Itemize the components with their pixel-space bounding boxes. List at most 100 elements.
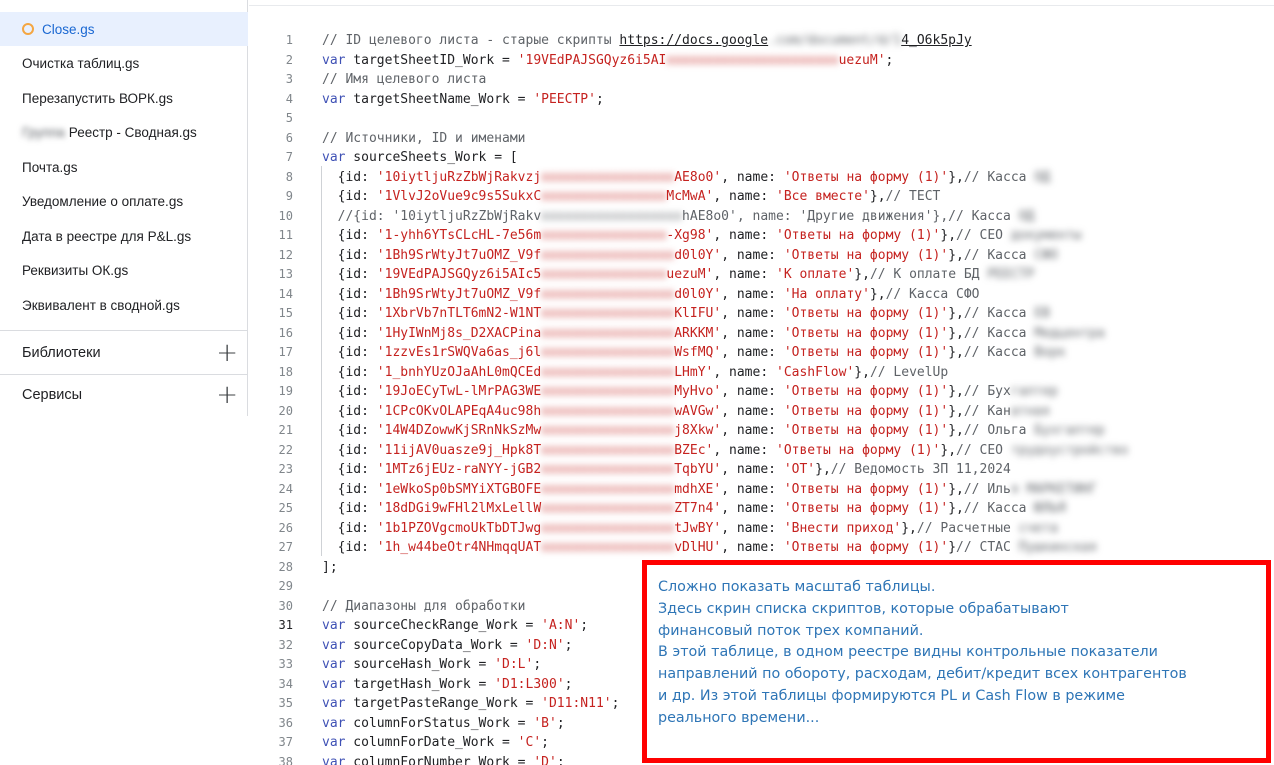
code-token: // Диапазоны для обработки (322, 598, 526, 614)
code-line[interactable]: 7 var sourceSheets_Work = [ (249, 148, 1274, 168)
code-token: var (322, 52, 346, 68)
code-line[interactable]: 20 {id: '1CPcOKvOLAPEqA4uc98hxxxxxxxxxxx… (249, 402, 1274, 422)
line-number: 24 (278, 481, 293, 496)
code-token: , name: (713, 364, 776, 380)
code-line[interactable]: 3 // Имя целевого листа (249, 70, 1274, 90)
code-line[interactable]: 9 {id: '1VlvJ2oVue9c9s5SukxCxxxxxxxxxxxx… (249, 187, 1274, 207)
libraries-section[interactable]: Библиотеки + (0, 332, 248, 374)
file-item-equivalent[interactable]: Эквивалент в сводной.gs (0, 288, 248, 322)
code-token: }, (948, 501, 964, 516)
file-item-mail[interactable]: Почта.gs (0, 150, 248, 184)
code-line[interactable]: 16 {id: '1HyIWnMj8s_D2XACPinaxxxxxxxxxxx… (249, 324, 1274, 344)
code-line[interactable]: 11 {id: '1-yhh6YTsCLcHL-7e56mxxxxxxxxxxx… (249, 226, 1274, 246)
add-library-icon[interactable]: + (216, 340, 238, 366)
file-name: Эквивалент в сводной.gs (22, 297, 180, 313)
code-token: https://docs.google (619, 33, 769, 48)
file-item-restart[interactable]: Перезапустить ВОРК.gs (0, 81, 248, 115)
line-number: 12 (278, 247, 293, 262)
file-name: Close.gs (42, 21, 95, 37)
code-line[interactable]: 27 {id: '1h_w44beOtr4NHmqqUATxxxxxxxxxxx… (249, 538, 1274, 558)
code-token: // СЕО (956, 228, 1011, 243)
annotation-line: Здесь скрин списка скриптов, которые обр… (658, 600, 1069, 617)
code-token: // Касса (963, 325, 1035, 341)
code-line[interactable]: 22 {id: '11ijAV0uasze9j_Hpk8Txxxxxxxxxxx… (249, 441, 1274, 461)
code-line[interactable]: 5 (249, 109, 1274, 129)
code-text: {id: '11ijAV0uasze9j_Hpk8Txxxxxxxxxxxxxx… (322, 441, 1129, 461)
file-name: Почта.gs (22, 159, 78, 175)
file-item-date-pl[interactable]: Дата в реестре для P&L.gs (0, 219, 248, 253)
code-token: , name: (713, 228, 776, 243)
file-item-registry-summary[interactable]: Группа Реестр - Сводная.gs (0, 115, 248, 149)
code-token: 'Ответы на форму (1)' (783, 403, 949, 419)
code-line[interactable]: 19 {id: '19JoECyTwL-lMrPAG3WExxxxxxxxxxx… (249, 382, 1274, 402)
code-token: WsfMQ' (674, 345, 722, 360)
file-item-close[interactable]: Close.gs (0, 12, 248, 46)
code-token: TqbYU' (674, 462, 722, 477)
code-token: // ТЕСТ (885, 189, 941, 204)
code-line[interactable]: 12 {id: '1Bh9SrWtyJt7uOMZ_V9fxxxxxxxxxxx… (249, 246, 1274, 266)
add-service-icon[interactable]: + (216, 382, 238, 408)
code-token: '1MTz6jEUz-raNYY-jGB2 (376, 462, 542, 477)
file-item-payment-notice[interactable]: Уведомление о оплате.gs (0, 184, 248, 218)
code-line[interactable]: 13 {id: '19VEdPAJSGQyz6i5AIc5xxxxxxxxxxx… (249, 265, 1274, 285)
code-line[interactable]: 26 {id: '1b1PZOVgcmoUkTbDTJwgxxxxxxxxxxx… (249, 519, 1274, 539)
code-token: xxxxxxxxxxxxxxxxx (541, 481, 675, 497)
code-token: , name: (713, 267, 776, 282)
code-text: {id: '1Bh9SrWtyJt7uOMZ_V9fxxxxxxxxxxxxxx… (322, 246, 1058, 266)
file-item-requisites[interactable]: Реквизиты ОК.gs (0, 253, 248, 287)
code-text: var targetSheetName_Work = 'РЕЕСТР'; (322, 90, 604, 110)
code-token: ; (580, 618, 589, 633)
file-name: Реестр - Сводная.gs (68, 124, 197, 140)
code-line[interactable]: 4 var targetSheetName_Work = 'РЕЕСТР'; (249, 90, 1274, 110)
code-token: {id: (322, 481, 377, 497)
code-token: AE8o0' (674, 169, 722, 185)
code-token: }, (948, 306, 964, 321)
file-item-cleanup[interactable]: Очистка таблиц.gs (0, 46, 248, 80)
code-text: {id: '18dDGi9wFHl2lMxLellWxxxxxxxxxxxxxx… (322, 499, 1066, 519)
code-token: xxxxxxxxxxxxxxxxx (541, 169, 675, 185)
code-line[interactable]: 1 // ID целевого листа - старые скрипты h… (249, 31, 1274, 51)
code-token: '1b1PZOVgcmoUkTbDTJwg (376, 520, 542, 536)
code-token: ОД (1034, 169, 1050, 185)
code-token: 'На оплату' (783, 286, 870, 302)
code-line[interactable]: 14 {id: '1Bh9SrWtyJt7uOMZ_V9fxxxxxxxxxxx… (249, 285, 1274, 305)
code-line[interactable]: 2 var targetSheetID_Work = '19VEdPAJSGQyz… (249, 51, 1274, 71)
line-number: 13 (278, 267, 293, 281)
code-token: mdhXE' (674, 481, 722, 497)
line-number: 16 (278, 325, 293, 340)
code-token: sourceSheets_Work = [ (345, 150, 518, 165)
code-line[interactable]: 18 {id: '1_bnhYUzOJaAhL0mQCEdxxxxxxxxxxx… (249, 363, 1274, 383)
code-token: , name: (721, 286, 784, 302)
code-line[interactable]: 25 {id: '18dDGi9wFHl2lMxLellWxxxxxxxxxxx… (249, 499, 1274, 519)
code-token: {id: (322, 403, 377, 419)
code-token: трудоустройство (1010, 442, 1129, 458)
line-number: 29 (278, 579, 293, 593)
code-line[interactable]: 15 {id: '1XbrVb7nTLT6mN2-W1NTxxxxxxxxxxx… (249, 304, 1274, 324)
code-text: var sourceSheets_Work = [ (322, 148, 518, 168)
code-token: ; (541, 735, 549, 750)
line-number: 5 (285, 111, 293, 125)
code-line[interactable]: 8 {id: '10iytljuRzZbWjRakvzjxxxxxxxxxxxx… (249, 168, 1274, 188)
code-token: ЮЛЬЯ (1034, 501, 1066, 516)
code-line[interactable]: 10 //{id: '10iytljuRzZbWjRakvxxxxxxxxxxx… (249, 207, 1274, 227)
code-token: xxxxxxxxxxxxxxxxx (541, 540, 675, 555)
code-line[interactable]: 24 {id: '1eWkoSp0bSMYiXTGBOFExxxxxxxxxxx… (249, 480, 1274, 500)
code-text: {id: '1h_w44beOtr4NHmqqUATxxxxxxxxxxxxxx… (322, 538, 1097, 558)
code-token: '19VEdPAJSGQyz6i5AIc5 (376, 267, 542, 282)
code-token: , name: (713, 189, 776, 204)
code-line[interactable]: 6 // Источники, ID и именами (249, 129, 1274, 149)
line-number: 37 (278, 735, 293, 749)
code-line[interactable]: 17 {id: '1zzvEs1rSWQVa6as_j6lxxxxxxxxxxx… (249, 343, 1274, 363)
services-section[interactable]: Сервисы + (0, 374, 248, 416)
code-token: var (322, 637, 346, 653)
line-number: 26 (278, 520, 293, 535)
code-token: {id: (322, 364, 377, 380)
code-token: // Касса (963, 247, 1035, 263)
code-token: }, (948, 481, 964, 497)
code-text: {id: '1XbrVb7nTLT6mN2-W1NTxxxxxxxxxxxxxx… (322, 304, 1050, 324)
code-token: '1Bh9SrWtyJt7uOMZ_V9f (376, 247, 542, 263)
code-text: {id: '19VEdPAJSGQyz6i5AIc5xxxxxxxxxxxxxx… (322, 265, 1035, 285)
code-line[interactable]: 23 {id: '1MTz6jEUz-raNYY-jGB2xxxxxxxxxxx… (249, 460, 1274, 480)
code-token: // Расчетные (916, 520, 1019, 536)
code-line[interactable]: 21 {id: '14W4DZowwKjSRnNkSzMwxxxxxxxxxxx… (249, 421, 1274, 441)
